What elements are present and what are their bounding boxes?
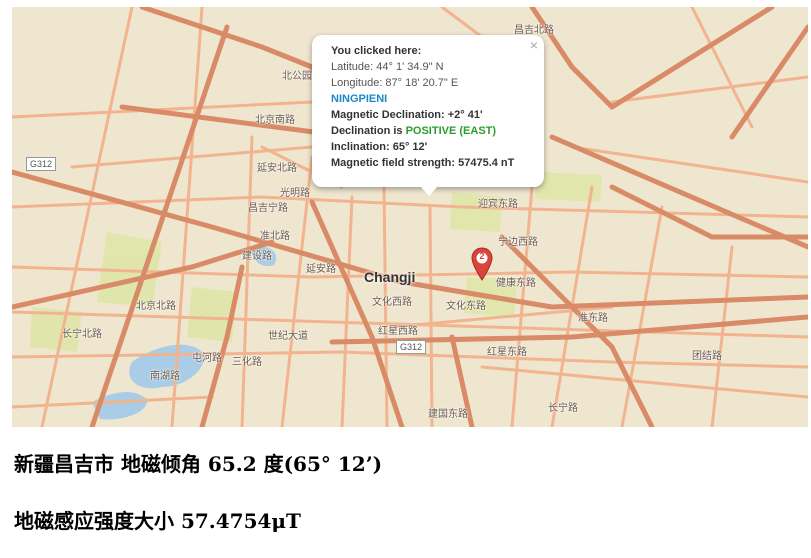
caption-inclination: 新疆昌吉市 地磁倾角 65.2 度(65° 12’) (14, 452, 383, 476)
road-label: 长宁北路 (62, 329, 102, 340)
road-label: 三化路 (232, 357, 262, 368)
road-label: 光明路 (280, 188, 310, 199)
map-marker[interactable]: 2 (471, 247, 493, 281)
city-label: Changji (364, 269, 416, 285)
highway-shield: G312 (26, 157, 57, 171)
road-label: 屯河路 (192, 353, 222, 364)
popup-latitude: Latitude: 44° 1' 34.9" N (331, 61, 444, 73)
caption-field-strength: 地磁感应强度大小 57.4754μT (14, 509, 301, 533)
map-view[interactable]: 北京南路 延安北路 光明路 昌吉宁路 延安路 建设路 文化西路 文化东路 红星西… (12, 7, 808, 427)
popup-title: You clicked here: (331, 45, 422, 57)
popup-longitude: Longitude: 87° 18' 20.7" E (331, 77, 459, 89)
close-icon[interactable]: × (530, 37, 538, 53)
road-label: 文化东路 (446, 301, 486, 312)
declination-prefix: Declination is (331, 125, 406, 137)
road-label: 宁边西路 (498, 237, 538, 248)
road-label: 红星东路 (487, 347, 527, 358)
popup-field-strength: Magnetic field strength: 57475.4 nT (331, 157, 515, 169)
road-label: 昌吉宁路 (248, 203, 288, 214)
info-popup: × You clicked here: Latitude: 44° 1' 34.… (312, 35, 544, 196)
declination-sign: POSITIVE (EAST) (405, 125, 497, 137)
road-label: 北京北路 (136, 301, 176, 312)
popup-tip (420, 186, 438, 196)
road-label: 准北路 (260, 231, 290, 242)
road-label: 北京南路 (255, 115, 295, 126)
road-label: 文化西路 (372, 297, 412, 308)
road-label: 准东路 (578, 313, 608, 324)
road-label: 长宁路 (548, 403, 578, 414)
road-label: 延安北路 (257, 163, 297, 174)
road-label: 迎宾东路 (478, 199, 518, 210)
road-label: 建国东路 (428, 409, 468, 420)
highway-shield: G312 (396, 340, 427, 354)
road-label: 建设路 (242, 251, 272, 262)
popup-model: NINGPIENI (331, 93, 388, 105)
road-label: 健康东路 (496, 278, 536, 289)
road-label: 世纪大道 (268, 331, 308, 342)
road-label: 延安路 (306, 264, 336, 275)
popup-inclination: Inclination: 65° 12' (331, 141, 428, 153)
popup-declination: Magnetic Declination: +2° 41' (331, 109, 483, 121)
marker-number: 2 (479, 251, 485, 261)
road-label: 南湖路 (150, 371, 180, 382)
road-label: 团结路 (692, 351, 722, 362)
popup-declination-status: Declination is POSITIVE (EAST) (331, 123, 544, 139)
road-label: 红星西路 (378, 326, 418, 337)
road-label: 昌吉北路 (514, 25, 554, 36)
